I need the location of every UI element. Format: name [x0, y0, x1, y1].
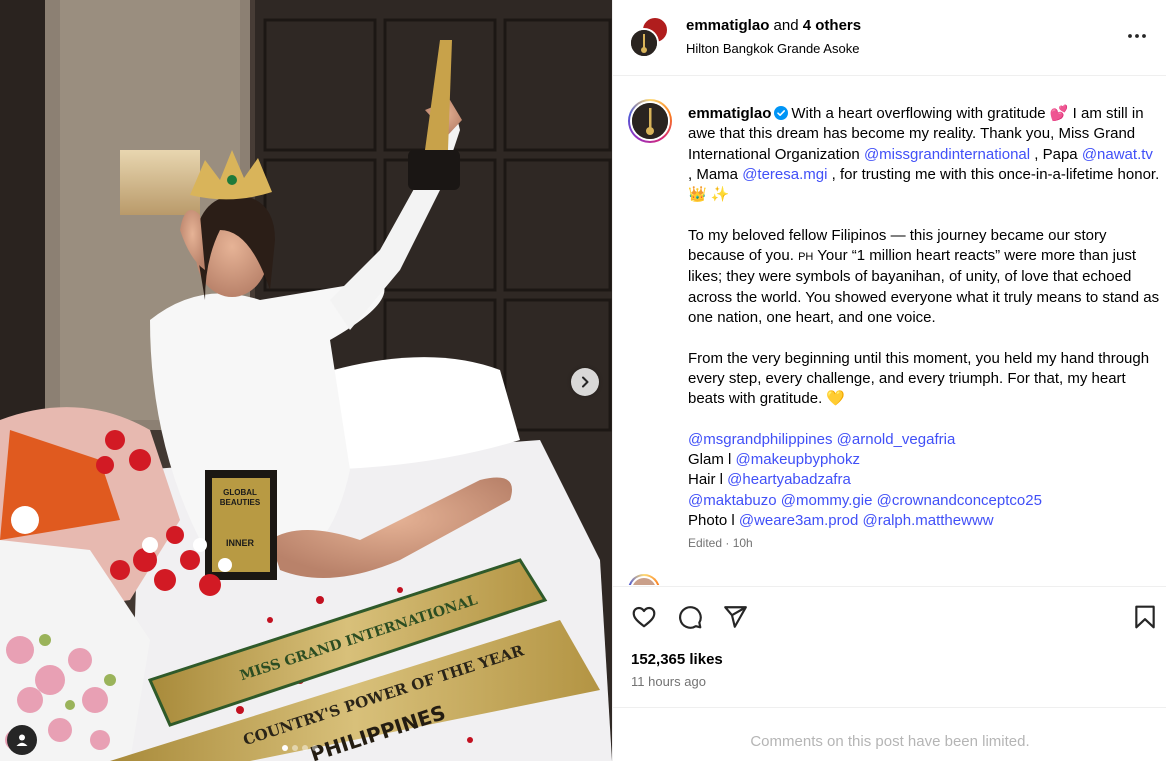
- more-horizontal-icon: [1128, 34, 1146, 38]
- mention-link[interactable]: @weare3am.prod: [739, 512, 858, 529]
- mention-link[interactable]: @crownandconceptco25: [877, 492, 1042, 509]
- post-details-panel: emmatiglao and 4 others Hilton Bangkok G…: [612, 0, 1166, 761]
- caption-para3: From the very beginning until this momen…: [688, 349, 1150, 408]
- comment-bubble-icon: [679, 606, 702, 629]
- credits-line-1: @msgrandphilippines @arnold_vegafria: [688, 430, 1160, 450]
- hearts-emoji: 💕: [1049, 105, 1069, 122]
- caption-text-4: , Mama: [688, 165, 743, 183]
- mention-link[interactable]: @msgrandphilippines: [688, 431, 832, 448]
- carousel-next-button[interactable]: [571, 368, 599, 396]
- header-and: and: [773, 17, 799, 34]
- carousel-dot-1: [282, 745, 288, 751]
- caption-text-5: , for trusting me with this once-in-a-li…: [827, 165, 1160, 183]
- credits-hair: Hair l @heartyabadzafra: [688, 470, 1160, 490]
- paper-plane-icon: [724, 606, 747, 628]
- award-text-3: INNER: [226, 538, 255, 548]
- share-button[interactable]: [722, 604, 748, 635]
- carousel-dots: [282, 745, 318, 751]
- post-timestamp[interactable]: 11 hours ago: [631, 674, 706, 689]
- chevron-right-icon: [582, 376, 589, 388]
- yellow-heart-emoji: 💛: [826, 390, 846, 408]
- heart-outline-icon: [632, 606, 656, 628]
- user-tag-icon: [16, 734, 28, 746]
- mention-link[interactable]: @maktabuzo: [688, 492, 777, 509]
- caption-username[interactable]: emmatiglao: [688, 105, 771, 122]
- ph-flag: PH: [798, 251, 814, 264]
- comments-limited-notice: Comments on this post have been limited.: [613, 707, 1166, 761]
- post-actions: 152,365 likes 11 hours ago Comments on t…: [613, 586, 1166, 761]
- mention-link[interactable]: @ralph.matthewww: [863, 512, 994, 529]
- carousel-dot-4: [312, 745, 318, 751]
- mention-link[interactable]: @mommy.gie: [781, 492, 873, 509]
- tagged-users-button[interactable]: [7, 725, 37, 755]
- award-text-1: GLOBAL: [223, 488, 257, 497]
- caption-text-1: With a heart overflowing with gratitude: [791, 105, 1050, 122]
- carousel-dot-3: [302, 745, 308, 751]
- likes-count[interactable]: 152,365 likes: [631, 651, 723, 668]
- caption-text-3: , Papa: [1030, 145, 1082, 163]
- post-photo: GLOBAL BEAUTIES INNER MISS GRAND INTERNA…: [0, 0, 612, 761]
- edited-timestamp: Edited · 10h: [688, 536, 753, 550]
- save-button[interactable]: [1133, 604, 1157, 635]
- photo-label: Photo l: [688, 511, 739, 529]
- bookmark-icon: [1135, 605, 1155, 629]
- post-header: emmatiglao and 4 others Hilton Bangkok G…: [613, 0, 1166, 76]
- verified-badge-icon: [774, 106, 789, 120]
- avatar: [629, 28, 659, 58]
- mention-link[interactable]: @teresa.mgi: [742, 166, 827, 183]
- post-caption-area: emmatiglao With a heart overflowing with …: [613, 77, 1166, 585]
- next-comment-avatar[interactable]: [628, 574, 672, 585]
- header-username[interactable]: emmatiglao: [686, 17, 769, 34]
- caption-text: emmatiglao With a heart overflowing with …: [688, 104, 1160, 531]
- header-others[interactable]: 4 others: [803, 17, 861, 34]
- mention-link[interactable]: @nawat.tv: [1082, 146, 1153, 163]
- mention-link[interactable]: @heartyabadzafra: [727, 471, 851, 488]
- post-media[interactable]: GLOBAL BEAUTIES INNER MISS GRAND INTERNA…: [0, 0, 612, 761]
- avatar-image: [632, 103, 668, 139]
- like-button[interactable]: [631, 604, 657, 635]
- caption-avatar[interactable]: [628, 99, 672, 143]
- hair-label: Hair l: [688, 471, 728, 489]
- glam-label: Glam l: [688, 451, 736, 469]
- credits-photo: Photo l @weare3am.prod @ralph.matthewww: [688, 511, 1160, 531]
- credits-line-4: @maktabuzo @mommy.gie @crownandconceptco…: [688, 491, 1160, 511]
- collaborator-avatars[interactable]: [629, 16, 673, 58]
- credits-glam: Glam l @makeupbyphokz: [688, 450, 1160, 470]
- carousel-dot-2: [292, 745, 298, 751]
- more-options-button[interactable]: [1127, 26, 1147, 51]
- award-text-2: BEAUTIES: [220, 498, 261, 507]
- mention-link[interactable]: @missgrandinternational: [864, 146, 1030, 163]
- avatar-image: [631, 30, 657, 56]
- mention-link[interactable]: @arnold_vegafria: [837, 431, 956, 448]
- mention-link[interactable]: @makeupbyphokz: [736, 451, 860, 468]
- comment-button[interactable]: [677, 604, 703, 635]
- post-location[interactable]: Hilton Bangkok Grande Asoke: [686, 41, 859, 56]
- crown-emoji: 👑 ✨: [688, 186, 730, 204]
